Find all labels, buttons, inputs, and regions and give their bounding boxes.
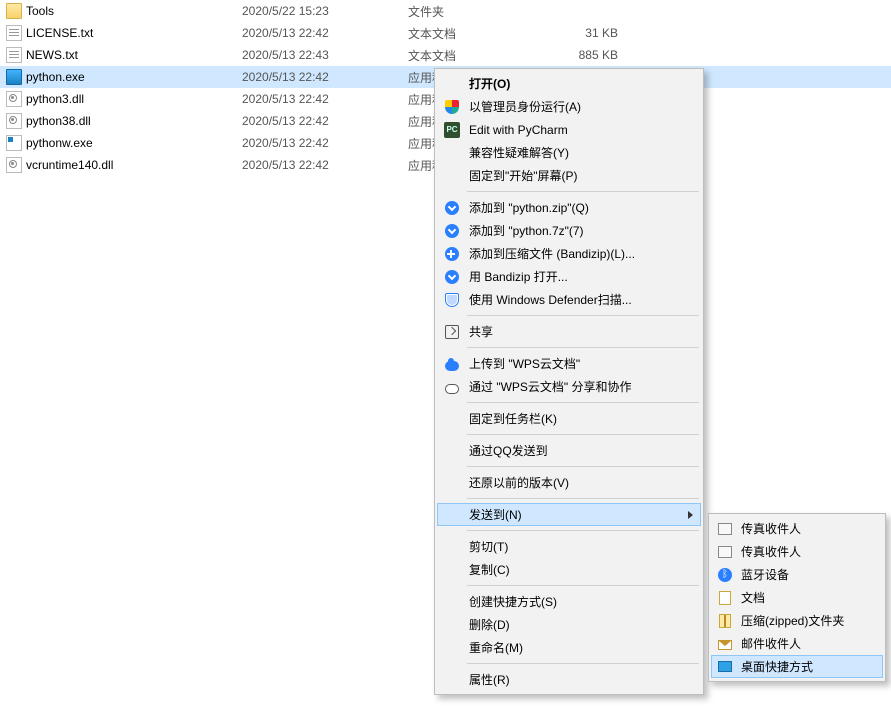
menu-separator <box>467 191 699 192</box>
menu-share[interactable]: 共享 <box>437 320 701 343</box>
archive-icon <box>444 269 460 285</box>
mail-icon <box>717 636 733 652</box>
menu-pin-start[interactable]: 固定到"开始"屏幕(P) <box>437 164 701 187</box>
menu-add-zip[interactable]: 添加到 "python.zip"(Q) <box>437 196 701 219</box>
dll-icon <box>6 113 22 129</box>
fax-icon <box>717 544 733 560</box>
bluetooth-icon: ᛒ <box>717 567 733 583</box>
share-icon <box>444 324 460 340</box>
dll-icon <box>6 157 22 173</box>
menu-separator <box>467 585 699 586</box>
menu-send-to[interactable]: 发送到(N) <box>437 503 701 526</box>
file-name: pythonw.exe <box>26 136 93 150</box>
file-row[interactable]: Tools 2020/5/22 15:23 文件夹 <box>0 0 891 22</box>
file-name: vcruntime140.dll <box>26 158 113 172</box>
menu-edit-pycharm[interactable]: PCEdit with PyCharm <box>437 118 701 141</box>
defender-icon <box>444 292 460 308</box>
folder-icon <box>6 3 22 19</box>
file-name: python3.dll <box>26 92 84 106</box>
document-icon <box>717 590 733 606</box>
sendto-bluetooth[interactable]: ᛒ蓝牙设备 <box>711 563 883 586</box>
file-type: 文件夹 <box>408 3 538 20</box>
exe-icon <box>6 135 22 151</box>
archive-icon <box>444 223 460 239</box>
menu-separator <box>467 466 699 467</box>
pycharm-icon: PC <box>444 122 460 138</box>
menu-add-7z[interactable]: 添加到 "python.7z"(7) <box>437 219 701 242</box>
file-type: 文本文档 <box>408 47 538 64</box>
menu-pin-taskbar[interactable]: 固定到任务栏(K) <box>437 407 701 430</box>
shield-icon <box>444 99 460 115</box>
file-row[interactable]: LICENSE.txt 2020/5/13 22:42 文本文档 31 KB <box>0 22 891 44</box>
archive-icon <box>444 200 460 216</box>
sendto-submenu: 传真收件人 传真收件人 ᛒ蓝牙设备 文档 压缩(zipped)文件夹 邮件收件人… <box>708 513 886 682</box>
file-date: 2020/5/13 22:42 <box>242 158 408 172</box>
file-name: NEWS.txt <box>26 48 78 62</box>
cloud-share-icon <box>444 379 460 395</box>
cloud-upload-icon <box>444 356 460 372</box>
text-file-icon <box>6 47 22 63</box>
file-date: 2020/5/13 22:42 <box>242 136 408 150</box>
text-file-icon <box>6 25 22 41</box>
menu-wps-share[interactable]: 通过 "WPS云文档" 分享和协作 <box>437 375 701 398</box>
file-size: 885 KB <box>538 48 628 62</box>
menu-copy[interactable]: 复制(C) <box>437 558 701 581</box>
file-type: 文本文档 <box>408 25 538 42</box>
menu-defender-scan[interactable]: 使用 Windows Defender扫描... <box>437 288 701 311</box>
menu-cut[interactable]: 剪切(T) <box>437 535 701 558</box>
menu-separator <box>467 434 699 435</box>
menu-restore-version[interactable]: 还原以前的版本(V) <box>437 471 701 494</box>
zip-icon <box>717 613 733 629</box>
context-menu: 打开(O) 以管理员身份运行(A) PCEdit with PyCharm 兼容… <box>434 68 704 695</box>
file-date: 2020/5/13 22:42 <box>242 114 408 128</box>
menu-properties[interactable]: 属性(R) <box>437 668 701 691</box>
sendto-fax-recipient[interactable]: 传真收件人 <box>711 517 883 540</box>
dll-icon <box>6 91 22 107</box>
file-name: Tools <box>26 4 54 18</box>
sendto-zip-folder[interactable]: 压缩(zipped)文件夹 <box>711 609 883 632</box>
menu-separator <box>467 347 699 348</box>
menu-bandizip-open[interactable]: 用 Bandizip 打开... <box>437 265 701 288</box>
file-row[interactable]: NEWS.txt 2020/5/13 22:43 文本文档 885 KB <box>0 44 891 66</box>
desktop-icon <box>717 659 733 675</box>
file-date: 2020/5/13 22:42 <box>242 92 408 106</box>
sendto-fax-recipient[interactable]: 传真收件人 <box>711 540 883 563</box>
menu-delete[interactable]: 删除(D) <box>437 613 701 636</box>
menu-run-as-admin[interactable]: 以管理员身份运行(A) <box>437 95 701 118</box>
menu-wps-upload[interactable]: 上传到 "WPS云文档" <box>437 352 701 375</box>
sendto-desktop-shortcut[interactable]: 桌面快捷方式 <box>711 655 883 678</box>
file-name: python.exe <box>26 70 85 84</box>
menu-separator <box>467 402 699 403</box>
menu-rename[interactable]: 重命名(M) <box>437 636 701 659</box>
file-date: 2020/5/22 15:23 <box>242 4 408 18</box>
file-size: 31 KB <box>538 26 628 40</box>
submenu-arrow-icon <box>688 511 693 519</box>
fax-icon <box>717 521 733 537</box>
file-name: python38.dll <box>26 114 91 128</box>
menu-qq-send[interactable]: 通过QQ发送到 <box>437 439 701 462</box>
menu-compat-troubleshoot[interactable]: 兼容性疑难解答(Y) <box>437 141 701 164</box>
menu-separator <box>467 315 699 316</box>
menu-separator <box>467 498 699 499</box>
menu-create-shortcut[interactable]: 创建快捷方式(S) <box>437 590 701 613</box>
sendto-documents[interactable]: 文档 <box>711 586 883 609</box>
archive-add-icon <box>444 246 460 262</box>
sendto-mail-recipient[interactable]: 邮件收件人 <box>711 632 883 655</box>
file-name: LICENSE.txt <box>26 26 93 40</box>
file-date: 2020/5/13 22:42 <box>242 70 408 84</box>
file-date: 2020/5/13 22:42 <box>242 26 408 40</box>
menu-bandizip-add[interactable]: 添加到压缩文件 (Bandizip)(L)... <box>437 242 701 265</box>
exe-icon <box>6 69 22 85</box>
menu-separator <box>467 530 699 531</box>
menu-separator <box>467 663 699 664</box>
menu-open[interactable]: 打开(O) <box>437 72 701 95</box>
file-date: 2020/5/13 22:43 <box>242 48 408 62</box>
